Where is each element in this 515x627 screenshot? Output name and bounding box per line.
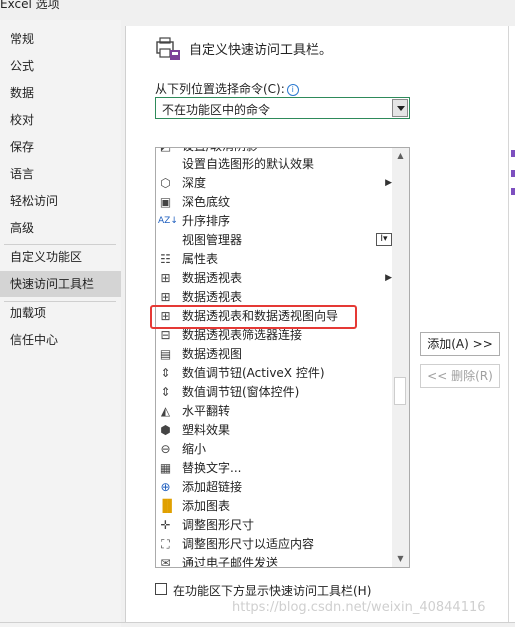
sidebar-item-general[interactable]: 常规 [0, 26, 121, 52]
list-item[interactable]: ▐▌ 添加图表 [156, 497, 392, 516]
info-icon: i [286, 84, 299, 96]
toolbar-preview-item-icon [511, 150, 515, 157]
sidebar-item-trust-center[interactable]: 信任中心 [0, 327, 121, 353]
scroll-up-icon[interactable]: ▲ [392, 148, 409, 164]
annotation-highlight-box [150, 305, 357, 329]
pivot-table-icon: ⊞ [160, 271, 171, 285]
sidebar-item-quick-access-toolbar[interactable]: 快速访问工具栏 [0, 271, 121, 297]
chevron-down-icon[interactable] [392, 99, 408, 117]
window-title: Excel 选项 [0, 0, 60, 11]
list-item[interactable]: ◭ 水平翻转 [156, 402, 392, 421]
add-button[interactable]: 添加(A) >> [420, 332, 500, 356]
show-below-ribbon-checkbox[interactable] [155, 583, 167, 595]
list-item[interactable]: ⊖ 缩小 [156, 440, 392, 459]
sidebar-item-formulas[interactable]: 公式 [0, 53, 121, 79]
list-item[interactable]: ✉ 通过电子邮件发送 [156, 554, 392, 568]
toolbar-preview-list-edge [508, 26, 515, 622]
quick-access-toolbar-icon [156, 37, 180, 60]
list-item[interactable]: ▣ 深色底纹 [156, 193, 392, 212]
plastic-effect-icon: ⬢ [160, 423, 171, 437]
property-sheet-icon: ☷ [160, 252, 171, 266]
list-item[interactable]: ⇕ 数值调节钮(窗体控件) [156, 383, 392, 402]
spin-button-icon: ⇕ [160, 366, 171, 380]
pivot-filter-icon: ⊟ [160, 328, 171, 342]
list-item[interactable]: ⇕ 数值调节钮(ActiveX 控件) [156, 364, 392, 383]
sort-ascending-icon: AZ↓ [158, 216, 178, 226]
list-item[interactable]: ▤ 数据透视图 [156, 345, 392, 364]
sidebar-item-advanced[interactable]: 高级 [0, 215, 121, 241]
sidebar-item-accessibility[interactable]: 轻松访问 [0, 188, 121, 214]
list-item[interactable]: 设置自选图形的默认效果 [156, 155, 392, 174]
flip-horizontal-icon: ◭ [160, 404, 171, 418]
sidebar-item-customize-ribbon[interactable]: 自定义功能区 [0, 244, 121, 270]
remove-button[interactable]: << 删除(R) [420, 364, 500, 388]
commands-list-scrollbar[interactable]: ▲ ▼ [392, 148, 409, 567]
chart-icon: ▐▌ [158, 499, 177, 513]
list-item[interactable]: ⊕ 添加超链接 [156, 478, 392, 497]
submenu-arrow-icon: ▶ [385, 273, 392, 283]
watermark: https://blog.csdn.net/weixin_40844116 [232, 600, 486, 615]
list-item[interactable]: AZ↓ 升序排序 [156, 212, 392, 231]
pivot-table-icon: ⊞ [160, 290, 171, 304]
sidebar-item-addins[interactable]: 加载项 [0, 300, 121, 326]
list-item[interactable]: ⛶ 调整图形尺寸以适应内容 [156, 535, 392, 554]
dropdown-value: 不在功能区中的命令 [162, 103, 271, 117]
combo-box-icon: I▾ [376, 233, 392, 246]
page-heading: 自定义快速访问工具栏。 [189, 43, 333, 58]
sidebar-item-save[interactable]: 保存 [0, 134, 121, 160]
zoom-out-icon: ⊖ [160, 442, 171, 456]
sidebar-item-proofing[interactable]: 校对 [0, 107, 121, 133]
list-item[interactable]: ▦ 替换文字... [156, 459, 392, 478]
pivot-chart-icon: ▤ [159, 347, 172, 361]
choose-commands-dropdown[interactable]: 不在功能区中的命令 [155, 97, 410, 119]
window-titlebar: Excel 选项 [0, 0, 515, 14]
sidebar-item-data[interactable]: 数据 [0, 80, 121, 106]
spin-button-icon: ⇕ [160, 385, 171, 399]
hyperlink-icon: ⊕ [160, 480, 171, 494]
list-item[interactable]: ⬡ 深度 ▶ [156, 174, 392, 193]
list-item[interactable]: ☷ 属性表 [156, 250, 392, 269]
bottom-divider [0, 622, 515, 623]
list-item[interactable]: ⊞ 数据透视表 ▶ [156, 269, 392, 288]
scrollbar-thumb[interactable] [394, 377, 406, 405]
submenu-arrow-icon: ▶ [385, 178, 392, 188]
list-item[interactable]: ⬢ 塑料效果 [156, 421, 392, 440]
dark-shading-icon: ▣ [159, 195, 172, 209]
list-item[interactable]: ✛ 调整图形尺寸 [156, 516, 392, 535]
list-item[interactable]: 视图管理器 I▾ [156, 231, 392, 250]
email-icon: ✉ [160, 556, 171, 568]
show-below-ribbon-label: 在功能区下方显示快速访问工具栏(H) [173, 584, 372, 598]
options-sidebar: 常规 公式 数据 校对 保存 语言 轻松访问 高级 自定义功能区 快速访问工具栏… [0, 20, 121, 627]
sidebar-item-language[interactable]: 语言 [0, 161, 121, 187]
choose-commands-label-text: 从下列位置选择命令(C): [155, 82, 285, 96]
alt-text-icon: ▦ [159, 461, 172, 475]
choose-commands-label: 从下列位置选择命令(C): i [155, 80, 299, 97]
toolbar-preview-item-icon [511, 170, 515, 177]
resize-icon: ✛ [160, 518, 171, 532]
commands-list[interactable]: ◩ 设置/取消阴影 设置自选图形的默认效果 ⬡ 深度 ▶ ▣ 深色底纹 AZ↓ … [155, 147, 410, 568]
depth-icon: ⬡ [160, 176, 171, 190]
scroll-down-icon[interactable]: ▼ [392, 551, 409, 567]
shadow-icon: ◩ [158, 148, 173, 154]
fit-resize-icon: ⛶ [161, 537, 170, 551]
toolbar-preview-item-icon [511, 188, 515, 195]
